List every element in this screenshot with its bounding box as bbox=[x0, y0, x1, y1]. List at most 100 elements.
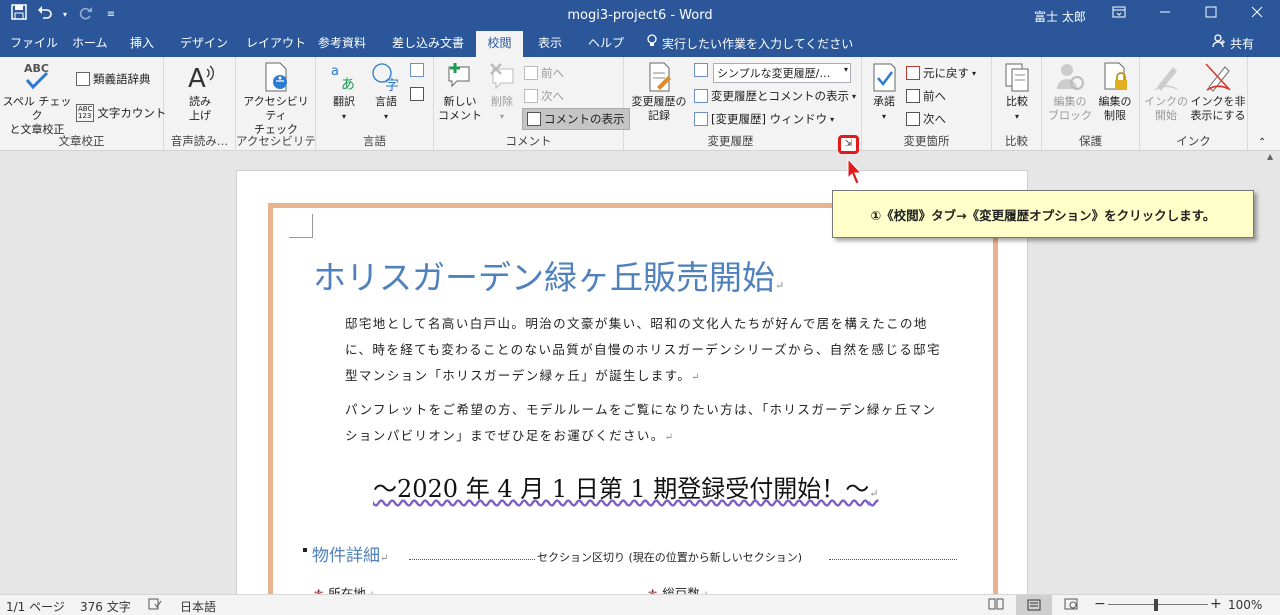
hide-ink-button[interactable]: インクを非 表示にする bbox=[1190, 61, 1246, 123]
spelling-label: スペル チェック と文章校正 bbox=[2, 95, 72, 136]
show-markup-label: 変更履歴とコメントの表示 bbox=[711, 89, 849, 103]
language-label: 言語 bbox=[375, 95, 397, 108]
minimize-icon[interactable] bbox=[1142, 0, 1188, 31]
markup-display-select[interactable]: シンプルな変更履歴/… ▾ bbox=[713, 63, 851, 83]
next-change-button[interactable]: 次へ bbox=[906, 111, 946, 127]
group-language: a あ 翻訳 ▾ 字 言語 ▾ 言語 bbox=[316, 57, 434, 151]
save-icon[interactable] bbox=[8, 4, 30, 26]
previous-comment-button[interactable]: 前へ bbox=[524, 65, 564, 81]
tab-file[interactable]: ファイル bbox=[2, 31, 66, 57]
undo-icon[interactable] bbox=[34, 4, 56, 26]
body-text-line-5[interactable]: ションパビリオン」までぜひ足をお運びください。↵ bbox=[345, 425, 674, 444]
date-announcement[interactable]: ～2020 年 4 月 1 日第 1 期登録受付開始！～↵ bbox=[373, 469, 879, 504]
tab-design[interactable]: デザイン bbox=[172, 31, 236, 57]
tell-me-box[interactable]: 実行したい作業を入力してください bbox=[638, 31, 861, 57]
language-status[interactable]: 日本語 bbox=[180, 598, 216, 615]
user-name[interactable]: 富士 太郎 bbox=[1034, 8, 1086, 25]
previous-change-icon bbox=[906, 89, 920, 103]
proofing-status-icon[interactable] bbox=[148, 598, 162, 613]
tab-home[interactable]: ホーム bbox=[64, 31, 116, 57]
redo-icon[interactable] bbox=[74, 4, 96, 26]
body-text-line-4[interactable]: パンフレットをご希望の方、モデルルームをご覧になりたい方は、「ホリスガーデン緑ヶ… bbox=[345, 399, 936, 418]
zoom-in-button[interactable]: + bbox=[1210, 596, 1222, 612]
accessibility-label: アクセシビリティ チェック bbox=[243, 95, 309, 136]
vertical-scrollbar[interactable]: ▲ bbox=[1262, 152, 1280, 594]
accept-button[interactable]: 承諾 ▾ bbox=[864, 61, 904, 124]
scroll-up-icon[interactable]: ▲ bbox=[1267, 152, 1273, 161]
zoom-level[interactable]: 100% bbox=[1228, 598, 1262, 612]
paragraph-mark: ↵ bbox=[775, 279, 785, 292]
group-label-changes: 変更箇所 bbox=[903, 134, 950, 148]
reject-button[interactable]: 元に戻す ▾ bbox=[906, 65, 976, 81]
show-markup-button[interactable]: 変更履歴とコメントの表示 ▾ bbox=[694, 88, 856, 104]
zoom-slider-track[interactable] bbox=[1108, 604, 1208, 605]
word-count-icon: ABC 123 bbox=[76, 104, 95, 122]
language-extra-icon-2[interactable] bbox=[410, 87, 424, 101]
collapse-ribbon-icon[interactable]: ⌃ bbox=[1258, 137, 1266, 148]
next-change-label: 次へ bbox=[923, 112, 946, 126]
translate-button[interactable]: a あ 翻訳 ▾ bbox=[324, 61, 364, 124]
accessibility-check-button[interactable]: アクセシビリティ チェック bbox=[239, 61, 313, 137]
page-count[interactable]: 1/1 ページ bbox=[6, 598, 65, 615]
new-comment-button[interactable]: 新しい コメント bbox=[438, 61, 482, 123]
customize-qat-icon[interactable]: ≡ bbox=[100, 4, 122, 26]
zoom-slider-thumb[interactable] bbox=[1154, 599, 1158, 611]
tab-view[interactable]: 表示 bbox=[530, 31, 570, 57]
body-text-line-3[interactable]: 型マンション「ホリスガーデン緑ヶ丘」が誕生します。↵ bbox=[345, 365, 701, 384]
print-layout-icon[interactable] bbox=[1016, 595, 1052, 615]
tab-help[interactable]: ヘルプ bbox=[580, 31, 632, 57]
start-inking-button[interactable]: インクの 開始 bbox=[1142, 61, 1190, 123]
track-changes-button[interactable]: 変更履歴の 記録 bbox=[626, 61, 692, 123]
web-layout-icon[interactable] bbox=[1064, 598, 1078, 613]
tab-mailings[interactable]: 差し込み文書 bbox=[384, 31, 472, 57]
delete-comment-button[interactable]: 削除 ▾ bbox=[482, 61, 522, 124]
translate-icon: a あ bbox=[331, 64, 355, 93]
track-changes-options-launcher[interactable]: ⇲ bbox=[838, 135, 859, 154]
svg-text:a: a bbox=[331, 64, 339, 79]
tab-review[interactable]: 校閲 bbox=[476, 31, 523, 57]
compare-button[interactable]: 比較 ▾ bbox=[996, 61, 1038, 124]
block-authors-button[interactable]: 編集の ブロック bbox=[1046, 61, 1094, 123]
word-count-button[interactable]: ABC 123 文字カウント bbox=[76, 104, 166, 122]
next-comment-button[interactable]: 次へ bbox=[524, 88, 564, 104]
ribbon-display-icon[interactable] bbox=[1096, 0, 1142, 31]
body-text-line-1[interactable]: 邸宅地として名高い白戸山。明治の文豪が集い、昭和の文化人たちが好んで居を構えたこ… bbox=[345, 313, 928, 332]
tab-references[interactable]: 参考資料 bbox=[310, 31, 374, 57]
language-extra-icon-1[interactable] bbox=[410, 63, 424, 77]
group-label-accessibility: アクセシビリティ bbox=[236, 134, 315, 148]
restrict-editing-button[interactable]: 編集の 制限 bbox=[1094, 61, 1136, 123]
share-label: 共有 bbox=[1230, 37, 1255, 51]
group-changes: 承諾 ▾ 元に戻す ▾ 前へ 次へ 変更箇所 bbox=[862, 57, 992, 151]
document-title: mogi3-project6 - Word bbox=[567, 8, 713, 23]
read-mode-icon[interactable] bbox=[988, 598, 1004, 613]
chevron-down-icon[interactable]: ▾ bbox=[60, 4, 70, 26]
group-proofing: ABC スペル チェック と文章校正 類義語辞典 ABC 123 文字カウント … bbox=[0, 57, 166, 151]
group-protect: 編集の ブロック 編集の 制限 保護 bbox=[1042, 57, 1140, 151]
spelling-grammar-button[interactable]: ABC スペル チェック と文章校正 bbox=[2, 61, 72, 137]
share-button[interactable]: 共有 bbox=[1204, 31, 1262, 57]
reviewing-pane-button[interactable]: [変更履歴] ウィンドウ ▾ bbox=[694, 111, 834, 127]
next-comment-label: 次へ bbox=[541, 89, 564, 103]
thesaurus-button[interactable]: 類義語辞典 bbox=[76, 71, 151, 87]
zoom-out-button[interactable]: − bbox=[1094, 596, 1106, 612]
maximize-icon[interactable] bbox=[1188, 0, 1234, 31]
track-changes-label: 変更履歴の 記録 bbox=[631, 95, 687, 122]
close-icon[interactable] bbox=[1234, 0, 1280, 31]
show-comments-label: コメントの表示 bbox=[544, 112, 625, 126]
language-button[interactable]: 字 言語 ▾ bbox=[366, 61, 406, 124]
word-count-status[interactable]: 376 文字 bbox=[80, 598, 131, 615]
reject-label: 元に戻す bbox=[923, 66, 969, 80]
markup-display-value: シンプルな変更履歴/… bbox=[717, 67, 831, 80]
new-comment-icon bbox=[448, 63, 470, 88]
previous-change-button[interactable]: 前へ bbox=[906, 88, 946, 104]
tab-insert[interactable]: 挿入 bbox=[122, 31, 162, 57]
section-title[interactable]: 物件詳細↵ bbox=[312, 541, 388, 566]
read-aloud-button[interactable]: A 読み 上げ bbox=[174, 61, 226, 123]
body-text-line-2[interactable]: に、時を経ても変わることのない品質が自慢のホリスガーデンシリーズから、自然を感じ… bbox=[345, 339, 941, 358]
document-heading[interactable]: ホリスガーデン緑ヶ丘販売開始↵ bbox=[313, 251, 784, 299]
accept-icon bbox=[873, 63, 896, 92]
tab-layout[interactable]: レイアウト bbox=[238, 31, 314, 57]
new-comment-label: 新しい コメント bbox=[438, 95, 482, 122]
group-label-proofing: 文章校正 bbox=[58, 134, 105, 148]
show-comments-button[interactable]: コメントの表示 bbox=[522, 108, 630, 130]
